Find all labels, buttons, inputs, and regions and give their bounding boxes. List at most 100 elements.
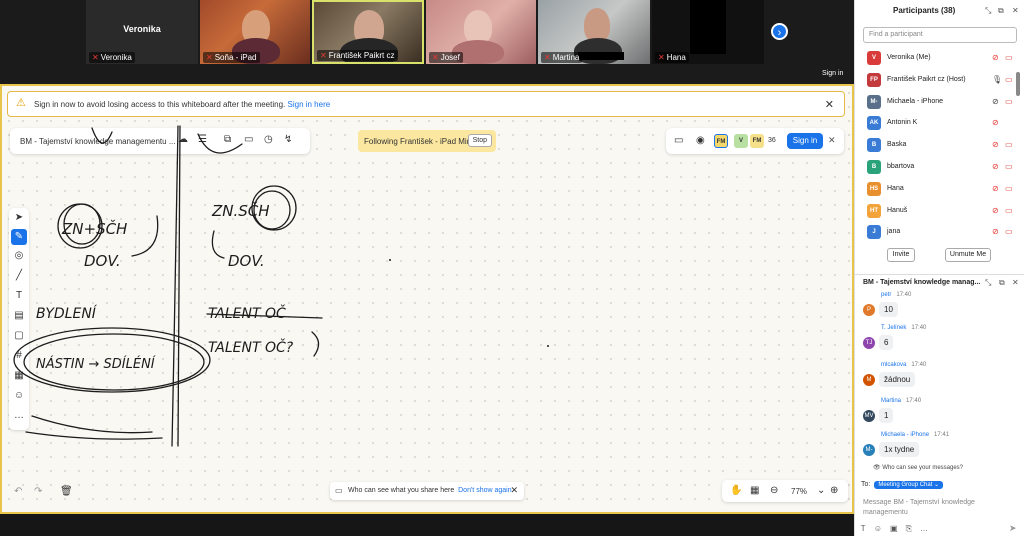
close-icon[interactable]: ✕ [510, 485, 518, 496]
emoji-icon[interactable]: ☺ [874, 524, 882, 533]
video-off-icon[interactable]: ▭ [1005, 184, 1013, 193]
map-icon[interactable]: ▦ [750, 485, 759, 496]
mic-off-icon[interactable]: 🎙 [992, 75, 1002, 84]
arrow-stroke [211, 230, 225, 259]
dont-show-again-link[interactable]: Don't show again [458, 487, 511, 494]
message-bubble[interactable]: 1x tydne [879, 442, 920, 457]
participant-search-input[interactable]: Find a participant [863, 27, 1017, 43]
collapse-icon[interactable]: ⤡ [985, 278, 991, 288]
divider-stroke [177, 125, 181, 447]
tile-display-name: Veronika [123, 24, 161, 34]
trash-icon[interactable]: 🗑 [60, 486, 73, 497]
unmute-me-button[interactable]: Unmute Me [945, 248, 991, 262]
participant-row[interactable]: FP František Paikrt cz (Host) 🎙 ▭ [855, 70, 1017, 92]
mic-off-icon[interactable]: ⊘ [992, 227, 999, 236]
participant-row[interactable]: Jjana ⊘ ▭ [855, 222, 1017, 244]
mic-off-icon[interactable]: ⊘ [992, 97, 999, 106]
video-off-icon[interactable]: ▭ [1005, 140, 1013, 149]
invite-button[interactable]: Invite [887, 248, 915, 262]
hand-icon[interactable]: ✋ [730, 485, 742, 496]
next-page-icon[interactable]: › [771, 23, 788, 40]
participant-video [584, 8, 610, 42]
note-text: DOV. [84, 252, 121, 270]
recipient-selector: To: Meeting Group Chat ⌄ [861, 481, 944, 489]
avatar: P [863, 304, 875, 316]
message-bubble[interactable]: žádnou [879, 372, 916, 387]
send-icon[interactable]: ➤ [1009, 523, 1017, 534]
participant-list: V Veronika (Me) ⊘ ▭ FP František Paikrt cz (H… [855, 48, 1017, 244]
participant-row[interactable]: B Baska ⊘ ▭ [855, 135, 1017, 157]
participant-row[interactable]: Bbbartova ⊘ ▭ [855, 157, 1017, 179]
video-tile-frantisek[interactable]: ✕ František Paikrt cz [312, 0, 424, 64]
more-icon[interactable]: … [920, 524, 928, 533]
chat-title: BM - Tajemství knowledge manag... [863, 279, 981, 286]
zoom-out-icon[interactable]: ⊖ [770, 485, 778, 496]
video-off-icon[interactable]: ▭ [1005, 206, 1013, 215]
participant-row[interactable]: HT Hanuš ⊘ ▭ [855, 201, 1017, 223]
participants-title: Participants (38) [893, 6, 956, 15]
chat-message-input[interactable]: Message BM - Tajemství knowledge managem… [863, 498, 1013, 518]
tile-name-label: ✕ Veronika [89, 52, 135, 63]
participant-row[interactable]: V Veronika (Me) ⊘ ▭ [855, 48, 1017, 70]
mic-off-icon[interactable]: ⊘ [992, 184, 999, 193]
chevron-down-icon[interactable]: ⌄ [817, 485, 825, 496]
arrow-stroke [131, 215, 159, 257]
message-time: 17:41 [934, 432, 950, 438]
message-bubble[interactable]: 1 [879, 408, 894, 423]
mic-off-icon[interactable]: ⊘ [992, 118, 999, 127]
video-tile-josef[interactable]: ✕ Josef [426, 0, 536, 64]
collapse-icon[interactable]: ⤡ [985, 6, 991, 16]
message-bubble[interactable]: 10 [879, 302, 898, 317]
close-icon[interactable]: ✕ [1012, 6, 1019, 15]
handwriting-canvas: ZN+SČH DOV. ZN.SČH DOV. BYDLENÍ TALENT O… [13, 125, 549, 447]
undo-icon[interactable]: ↶ [14, 486, 22, 497]
video-strip: Veronika ✕ Veronika ✕ Soňa - iPad ✕ Františ… [0, 0, 854, 84]
zoom-window: Veronika ✕ Veronika ✕ Soňa - iPad ✕ Františ… [0, 0, 1024, 536]
tile-name-label: ✕ Josef [429, 52, 463, 63]
video-off-icon[interactable]: ▭ [1005, 53, 1013, 62]
message-bubble[interactable]: 6 [879, 335, 894, 350]
zoom-in-icon[interactable]: ⊕ [830, 485, 838, 496]
video-off-icon[interactable]: ▭ [1005, 97, 1013, 106]
popout-icon[interactable]: ⧉ [998, 6, 1004, 16]
scrollbar[interactable] [1016, 72, 1020, 96]
avatar: V [867, 51, 881, 65]
avatar: HS [867, 181, 881, 196]
video-tile-hana[interactable]: ✕ Hana [652, 0, 764, 64]
mic-off-icon: ✕ [206, 53, 213, 62]
zoom-level[interactable]: 77% [791, 487, 807, 496]
file-icon[interactable]: ⎘ [906, 524, 912, 533]
participant-row[interactable]: M- Michaela - iPhone ⊘ ▭ [855, 92, 1017, 114]
sender-name: petr [881, 292, 892, 298]
chat-header: BM - Tajemství knowledge manag... ⤡ ⧉ ✕ [855, 274, 1024, 290]
participant-row[interactable]: AK Antonin K ⊘ [855, 113, 1017, 135]
participant-name: Baska [887, 141, 907, 149]
sender-line: mlcakova 17:40 [881, 362, 926, 368]
sign-in-link[interactable]: Sign in [822, 70, 843, 77]
screenshot-icon[interactable]: ▣ [890, 524, 898, 533]
redo-icon[interactable]: ↷ [34, 486, 42, 497]
format-icon[interactable]: Ꭲ [861, 524, 866, 533]
video-off-icon[interactable]: ▭ [1005, 162, 1013, 171]
mic-off-icon[interactable]: ⊘ [992, 206, 999, 215]
who-can-see-messages[interactable]: 👁 Who can see your messages? [873, 464, 963, 471]
participant-video [464, 10, 492, 44]
video-tile-sona[interactable]: ✕ Soňa - iPad [200, 0, 310, 64]
video-off-icon[interactable]: ▭ [1005, 227, 1013, 236]
video-tile-veronika[interactable]: Veronika ✕ Veronika [86, 0, 198, 64]
participant-name: Antonin K [887, 119, 918, 127]
message-time: 17:40 [906, 398, 922, 404]
ink-dot [547, 345, 549, 347]
recipient-chip[interactable]: Meeting Group Chat ⌄ [874, 481, 944, 489]
mic-off-icon[interactable]: ⊘ [992, 53, 999, 62]
video-tile-martina[interactable]: ✕ Martina [538, 0, 650, 64]
whiteboard[interactable]: ⚠ Sign in now to avoid losing access to … [0, 84, 854, 514]
mic-off-icon[interactable]: ⊘ [992, 162, 999, 171]
side-panel: Participants (38) ⤡ ⧉ ✕ Find a participa… [854, 0, 1024, 536]
participant-name: Michaela - iPhone [887, 97, 944, 105]
popout-icon[interactable]: ⧉ [999, 278, 1005, 288]
video-off-icon[interactable]: ▭ [1005, 75, 1013, 84]
close-icon[interactable]: ✕ [1012, 278, 1019, 287]
mic-off-icon[interactable]: ⊘ [992, 140, 999, 149]
participant-row[interactable]: HS Hana ⊘ ▭ [855, 179, 1017, 201]
